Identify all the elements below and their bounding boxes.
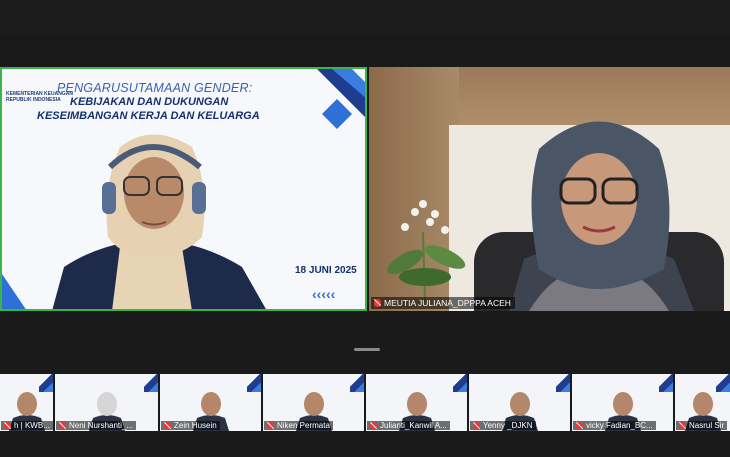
- slide-date: 18 JUNI 2025: [295, 265, 357, 276]
- mic-muted-icon: [576, 421, 583, 430]
- thumbnail-name-tag: Nasrul Sir: [676, 421, 728, 430]
- top-bar: [0, 0, 730, 34]
- thumbnail-decoration: [350, 374, 364, 392]
- video-tile-presenter[interactable]: KEMENTERIAN KEUANGAN REPUBLIK INDONESIA …: [0, 67, 367, 311]
- thumbnail-name: Julianti_Kanwil A...: [380, 421, 447, 430]
- thumbnail-name-tag: vicky Fadian_BC...: [573, 421, 656, 430]
- thumbnail-decoration: [453, 374, 467, 392]
- mic-muted-icon: [4, 421, 11, 430]
- video-tile-participant[interactable]: MEUTIA JULIANA_DPPPA ACEH: [369, 67, 730, 311]
- thumbnail-name: h | KWB...: [14, 421, 50, 430]
- participant-thumbnail-strip: h | KWB... Neni Nurshanti_... Zein Husein N…: [0, 374, 730, 431]
- thumbnail-name: Nasrul Sir: [689, 421, 725, 430]
- thumbnail-name: Niken Permata: [277, 421, 330, 430]
- participant-name-tag: MEUTIA JULIANA_DPPPA ACEH: [371, 297, 515, 309]
- thumbnail-decoration: [247, 374, 261, 392]
- participant-thumbnail[interactable]: Julianti_Kanwil A...: [366, 374, 467, 431]
- participant-thumbnail[interactable]: h | KWB...: [0, 374, 53, 431]
- slide-logo-subtext: REPUBLIK INDONESIA: [6, 97, 61, 103]
- slide-title-line1: PENGARUSUTAMAAN GENDER:: [57, 81, 253, 95]
- slide-chevron-icon: ‹‹‹‹‹: [312, 286, 336, 302]
- participant-thumbnail[interactable]: Zein Husein: [160, 374, 261, 431]
- mic-muted-icon: [679, 421, 686, 430]
- participant-thumbnail[interactable]: Niken Permata: [263, 374, 364, 431]
- slide-title-line3: KESEIMBANGAN KERJA DAN KELUARGA: [37, 110, 260, 122]
- mic-muted-icon: [164, 421, 171, 430]
- thumbnail-name-tag: Julianti_Kanwil A...: [367, 421, 450, 430]
- participant-thumbnail[interactable]: Yenny _DJKN: [469, 374, 570, 431]
- thumbnail-name: Zein Husein: [174, 421, 217, 430]
- thumbnail-decoration: [144, 374, 158, 392]
- bottom-bar: [0, 431, 730, 457]
- mic-muted-icon: [267, 421, 274, 430]
- presenter-figure: [52, 134, 266, 309]
- thumbnail-name-tag: Neni Nurshanti_...: [56, 421, 137, 430]
- thumbnail-name: vicky Fadian_BC...: [586, 421, 653, 430]
- thumbnail-name: Yenny _DJKN: [483, 421, 533, 430]
- thumbnail-decoration: [659, 374, 673, 392]
- plant-decoration: [387, 200, 466, 302]
- thumbnail-name-tag: Yenny _DJKN: [470, 421, 536, 430]
- thumbnail-name: Neni Nurshanti_...: [69, 421, 134, 430]
- thumbnail-name-tag: Niken Permata: [264, 421, 333, 430]
- thumbnail-name-tag: Zein Husein: [161, 421, 220, 430]
- slide-title-line2: KEBIJAKAN DAN DUKUNGAN: [70, 96, 229, 108]
- participant-thumbnail[interactable]: vicky Fadian_BC...: [572, 374, 673, 431]
- mic-muted-icon: [370, 421, 377, 430]
- participant-thumbnail[interactable]: Neni Nurshanti_...: [55, 374, 158, 431]
- participant-name: MEUTIA JULIANA_DPPPA ACEH: [384, 298, 511, 308]
- mic-muted-icon: [473, 421, 480, 430]
- thumbnail-name-tag: h | KWB...: [1, 421, 53, 430]
- thumbnail-decoration: [556, 374, 570, 392]
- resize-drag-handle[interactable]: [354, 348, 380, 351]
- mic-muted-icon: [374, 299, 381, 307]
- participant-figure: [509, 121, 694, 311]
- mic-muted-icon: [59, 421, 66, 430]
- slide-decoration-bottom-left: [2, 274, 26, 309]
- participant-thumbnail[interactable]: Nasrul Sir: [675, 374, 730, 431]
- slide-decoration-top-right: [317, 69, 365, 129]
